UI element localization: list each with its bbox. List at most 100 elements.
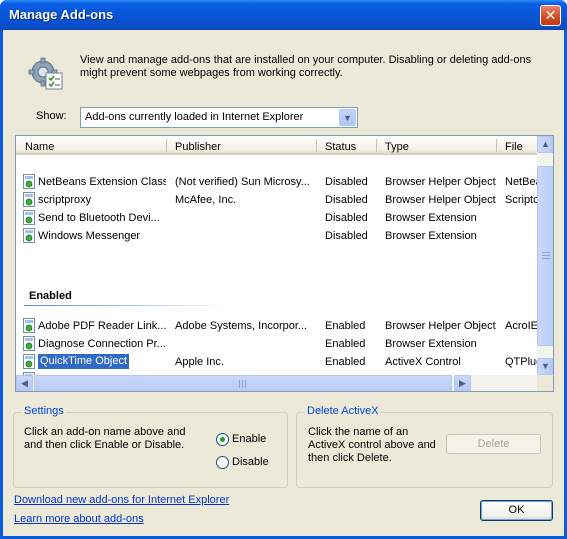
scroll-grip: [245, 380, 246, 388]
ok-button-label: OK: [508, 504, 525, 516]
scroll-grip: [542, 252, 550, 253]
disable-label[interactable]: Disable: [232, 456, 269, 468]
chevron-up-icon: ▲: [541, 139, 550, 149]
addon-icon: [23, 336, 35, 351]
group-label-enabled: Enabled: [29, 290, 72, 302]
addon-row[interactable]: Windows Messenger Disabled Browser Extensi…: [16, 227, 537, 245]
addon-row[interactable]: Diagnose Connection Pr... Enabled Browser …: [16, 335, 537, 353]
addon-icon: [23, 210, 35, 225]
description-text: View and manage add-ons that are install…: [80, 54, 532, 79]
chevron-right-icon: ▶: [459, 378, 466, 388]
column-header-file[interactable]: File: [505, 141, 523, 153]
disable-radio[interactable]: [216, 456, 229, 469]
addon-publisher: (Not verified) Sun Microsy...: [175, 176, 310, 188]
close-button[interactable]: ✕: [540, 5, 561, 26]
manage-addons-window: Manage Add-ons ✕ View and manage add-ons…: [0, 0, 567, 539]
list-header: Name Publisher Status Type File: [16, 136, 537, 155]
chevron-down-icon: ▼: [343, 113, 352, 123]
addon-name: Adobe PDF Reader Link...: [38, 320, 166, 332]
addon-name: QuickTime Object: [36, 353, 131, 370]
column-divider[interactable]: [376, 139, 377, 152]
column-divider[interactable]: [166, 139, 167, 152]
addon-type: Browser Helper Object: [385, 176, 496, 188]
delete-button-label: Delete: [477, 438, 510, 450]
vertical-scroll-thumb[interactable]: [537, 166, 553, 346]
show-label: Show:: [36, 110, 67, 122]
chevron-left-icon: ◀: [21, 378, 28, 388]
addon-status: Disabled: [325, 194, 368, 206]
delete-button[interactable]: Delete: [446, 434, 541, 454]
enable-label[interactable]: Enable: [232, 433, 266, 445]
close-icon: ✕: [544, 7, 557, 23]
dropdown-arrow-button[interactable]: ▼: [339, 109, 356, 126]
scroll-grip: [542, 258, 550, 259]
addon-name: Send to Bluetooth Devi...: [38, 212, 160, 224]
addon-type: Browser Helper Object: [385, 320, 496, 332]
addon-type: Browser Helper Object: [385, 194, 496, 206]
radio-selected-dot: [220, 437, 225, 442]
addon-row[interactable]: Adobe PDF Reader Link... Adobe Systems, I…: [16, 317, 537, 335]
dialog-body: View and manage add-ons that are install…: [3, 30, 564, 536]
show-dropdown-value: Add-ons currently loaded in Internet Exp…: [85, 111, 304, 123]
addon-icon: [23, 192, 35, 207]
addon-file: NetBea: [505, 176, 537, 188]
settings-title: Settings: [22, 405, 66, 417]
column-divider[interactable]: [496, 139, 497, 152]
addon-type: Browser Extension: [385, 230, 477, 242]
addon-name: Diagnose Connection Pr...: [38, 338, 166, 350]
addon-row[interactable]: QuickTime Object Apple Inc. Enabled ActiveX…: [16, 353, 537, 371]
show-dropdown[interactable]: Add-ons currently loaded in Internet Exp…: [80, 107, 358, 128]
horizontal-scroll-thumb[interactable]: [34, 375, 452, 391]
title-bar[interactable]: Manage Add-ons ✕: [0, 0, 567, 30]
learn-more-link[interactable]: Learn more about add-ons: [14, 513, 144, 525]
column-header-status[interactable]: Status: [325, 141, 356, 153]
column-header-name[interactable]: Name: [25, 141, 54, 153]
delete-activex-title: Delete ActiveX: [305, 405, 381, 417]
addon-icon: [23, 174, 35, 189]
addon-row[interactable]: scriptproxy McAfee, Inc. Disabled Browser H…: [16, 191, 537, 209]
addon-status: Enabled: [325, 320, 366, 332]
column-header-type[interactable]: Type: [385, 141, 409, 153]
addon-icon: [23, 354, 35, 369]
scroll-grip: [242, 380, 243, 388]
addon-publisher: Adobe Systems, Incorpor...: [175, 320, 308, 332]
scroll-down-button[interactable]: ▼: [537, 358, 553, 375]
addon-icon: [23, 228, 35, 243]
addon-icon: [23, 318, 35, 333]
scrollbar-corner: [537, 375, 553, 391]
column-divider[interactable]: [316, 139, 317, 152]
addon-file: AcroIEH: [505, 320, 537, 332]
ok-button[interactable]: OK: [480, 500, 553, 521]
vertical-scrollbar[interactable]: ▲ ▼: [537, 136, 553, 376]
addon-status: Disabled: [325, 212, 368, 224]
window-title: Manage Add-ons: [9, 7, 114, 22]
enable-radio[interactable]: [216, 433, 229, 446]
addon-status: Disabled: [325, 176, 368, 188]
addon-status: Disabled: [325, 230, 368, 242]
addon-row[interactable]: Send to Bluetooth Devi... Disabled Browser…: [16, 209, 537, 227]
addon-name: NetBeans Extension Class: [38, 176, 166, 188]
addon-file: QTPlug: [505, 356, 537, 368]
download-addons-link[interactable]: Download new add-ons for Internet Explor…: [14, 494, 229, 506]
addon-status: Enabled: [325, 356, 366, 368]
addon-status: Enabled: [325, 338, 366, 350]
addon-type: Browser Extension: [385, 338, 477, 350]
addons-list[interactable]: Name Publisher Status Type File NetBeans…: [15, 135, 554, 392]
scroll-up-button[interactable]: ▲: [537, 136, 553, 153]
scroll-right-button[interactable]: ▶: [454, 375, 471, 391]
addon-type: Browser Extension: [385, 212, 477, 224]
addon-publisher: McAfee, Inc.: [175, 194, 237, 206]
addons-gear-icon: [28, 57, 63, 90]
column-header-publisher[interactable]: Publisher: [175, 141, 221, 153]
scroll-grip: [239, 380, 240, 388]
group-divider: [24, 305, 234, 306]
addon-file: Scriptcl: [505, 194, 537, 206]
addon-name: Windows Messenger: [38, 230, 141, 242]
addon-row[interactable]: NetBeans Extension Class (Not verified) S…: [16, 173, 537, 191]
addon-publisher: Apple Inc.: [175, 356, 224, 368]
addon-type: ActiveX Control: [385, 356, 461, 368]
addon-name: scriptproxy: [38, 194, 92, 206]
scroll-left-button[interactable]: ◀: [16, 375, 33, 391]
horizontal-scrollbar[interactable]: ◀ ▶: [16, 375, 537, 391]
settings-groupbox: Settings Click an add-on name above and …: [13, 405, 288, 488]
